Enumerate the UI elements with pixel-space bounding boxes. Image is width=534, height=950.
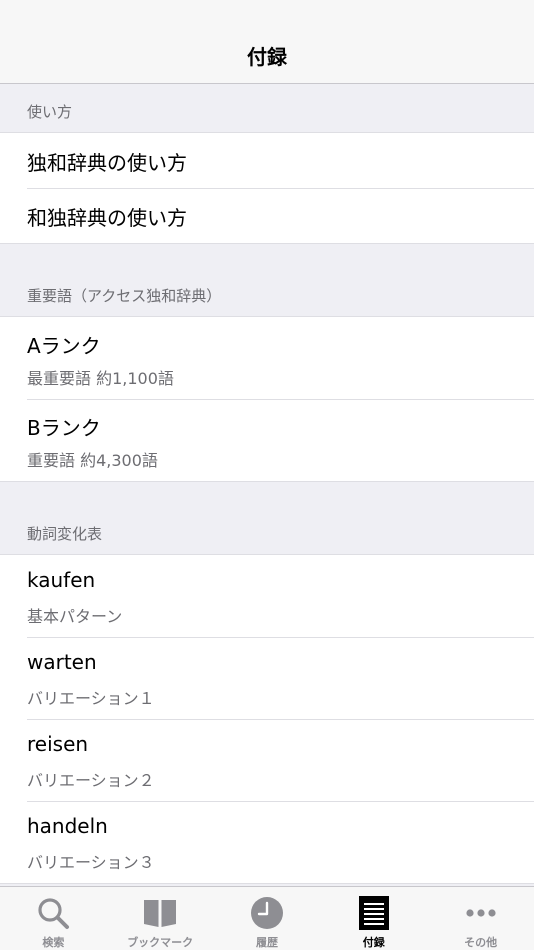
section-header-important-words: 重要語（アクセス独和辞典） — [0, 244, 534, 316]
tab-label: 付録 — [362, 936, 385, 949]
section-header-usage: 使い方 — [0, 84, 534, 132]
list-item-handeln[interactable]: handeln バリエーション３ — [0, 801, 534, 883]
tab-more[interactable]: その他 — [427, 887, 534, 950]
search-icon — [38, 898, 70, 929]
list-item-rank-b[interactable]: Bランク 重要語 約4,300語 — [0, 399, 534, 481]
list-item-title: warten — [27, 650, 97, 674]
tab-search[interactable]: 検索 — [0, 887, 107, 950]
list-item-japanese-deutsch-usage[interactable]: 和独辞典の使い方 — [0, 188, 534, 243]
list-item-title: reisen — [27, 732, 89, 756]
list-item-subtitle: バリエーション３ — [27, 853, 155, 872]
list-item-warten[interactable]: warten バリエーション１ — [0, 637, 534, 719]
section-usage: 独和辞典の使い方 和独辞典の使い方 — [0, 132, 534, 244]
list-item-title: Aランク — [27, 334, 101, 358]
tab-history[interactable]: 履歴 — [214, 887, 321, 950]
list-item-deutsch-japanese-usage[interactable]: 独和辞典の使い方 — [0, 133, 534, 188]
list-item-title: Bランク — [27, 416, 101, 440]
list-item-title: handeln — [27, 814, 108, 838]
list-item-subtitle: 基本パターン — [27, 607, 123, 626]
page-title: 付録 — [247, 45, 287, 69]
tab-label: その他 — [464, 936, 498, 949]
list-item-subtitle: 最重要語 約1,100語 — [27, 369, 174, 388]
tab-bookmarks[interactable]: ブックマーク — [107, 887, 214, 950]
tab-label: 履歴 — [255, 936, 278, 949]
list-item-reisen[interactable]: reisen バリエーション２ — [0, 719, 534, 801]
tab-label: 検索 — [42, 936, 65, 949]
list-item-subtitle: バリエーション２ — [27, 771, 155, 790]
clock-icon — [250, 897, 283, 929]
list-item-rank-a[interactable]: Aランク 最重要語 約1,100語 — [0, 317, 534, 399]
section-important-words: Aランク 最重要語 約1,100語 Bランク 重要語 約4,300語 — [0, 316, 534, 482]
appendix-list[interactable]: 使い方 独和辞典の使い方 和独辞典の使い方 重要語（アクセス独和辞典） Aランク… — [0, 84, 534, 886]
tab-label: ブックマーク — [127, 936, 194, 949]
list-item-title: 独和辞典の使い方 — [27, 151, 187, 175]
book-icon — [144, 900, 177, 927]
list-item-kaufen[interactable]: kaufen 基本パターン — [0, 555, 534, 637]
more-icon — [465, 909, 496, 917]
section-header-verb-conjugation: 動詞変化表 — [0, 482, 534, 554]
list-item-subtitle: 重要語 約4,300語 — [27, 451, 158, 470]
list-item-subtitle: バリエーション１ — [27, 689, 155, 708]
list-item-title: 和独辞典の使い方 — [27, 206, 187, 230]
tab-appendix[interactable]: 付録 — [320, 887, 427, 950]
section-verb-conjugation: kaufen 基本パターン warten バリエーション１ reisen バリエ… — [0, 554, 534, 884]
list-item-title: kaufen — [27, 568, 96, 592]
tab-bar: 検索 ブックマーク 履歴 付録 その他 — [0, 886, 534, 950]
navigation-bar: 付録 — [0, 0, 534, 84]
list-icon — [358, 896, 389, 930]
